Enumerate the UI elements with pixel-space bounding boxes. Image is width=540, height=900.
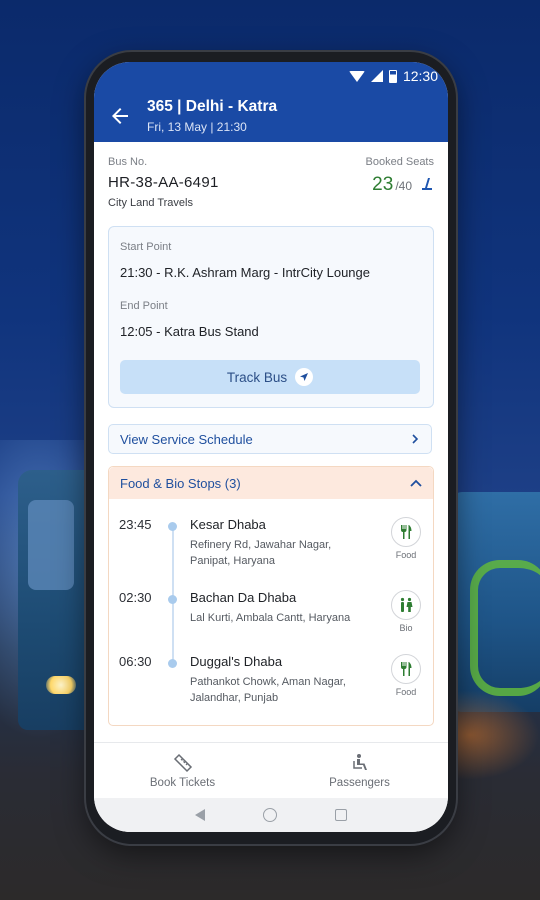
- stops-timeline: [172, 523, 174, 663]
- track-bus-label: Track Bus: [226, 369, 288, 385]
- stop-type: Bio: [391, 590, 421, 633]
- bus-info-area: [94, 142, 448, 226]
- stop-time: 06:30: [119, 654, 152, 669]
- stop-time: 02:30: [119, 590, 152, 605]
- stop-address: Refinery Rd, Jawahar Nagar, Panipat, Har…: [190, 539, 332, 567]
- stop-name: Duggal's Dhaba: [190, 654, 283, 669]
- stop-type-label: Bio: [399, 623, 413, 633]
- stop-time: 23:45: [119, 517, 152, 532]
- background-bus-stripe: [470, 560, 540, 696]
- nav-passengers[interactable]: Passengers: [271, 743, 448, 799]
- battery-icon: [388, 69, 397, 83]
- wifi-icon: [348, 70, 365, 82]
- system-home-icon[interactable]: [263, 808, 277, 822]
- chevron-up-icon: [410, 479, 422, 487]
- route-card: Start Point 21:30 - R.K. Ashram Marg - I…: [108, 226, 434, 408]
- end-point-label: End Point: [120, 300, 168, 312]
- phone-screen: 12:30 365 | Delhi - Katra Fri, 13 May | …: [94, 62, 448, 832]
- signal-icon: [370, 70, 383, 82]
- start-point-label: Start Point: [120, 241, 172, 253]
- chevron-right-icon: [412, 434, 419, 444]
- nav-book-tickets[interactable]: Book Tickets: [94, 743, 271, 799]
- back-arrow-icon[interactable]: [108, 104, 132, 128]
- timeline-dot: [168, 522, 177, 531]
- food-bio-stops-header[interactable]: Food & Bio Stops (3): [109, 467, 433, 499]
- bottom-navigation: Book Tickets Passengers: [94, 742, 448, 799]
- ticket-icon: [173, 753, 192, 773]
- view-service-schedule-link[interactable]: View Service Schedule: [108, 424, 432, 454]
- background-bus-headlight: [46, 676, 76, 694]
- food-icon: [391, 517, 421, 547]
- passenger-seat-icon: [352, 754, 367, 770]
- system-back-icon[interactable]: [195, 809, 205, 821]
- stop-type-label: Food: [395, 550, 417, 560]
- food-bio-stops-panel: Food & Bio Stops (3) 23:45 Kesar Dhaba R…: [108, 466, 434, 726]
- background-bus-window: [28, 500, 74, 590]
- stop-address: Pathankot Chowk, Aman Nagar, Jalandhar, …: [190, 676, 346, 704]
- status-bar: 12:30: [94, 62, 448, 90]
- stop-address: Lal Kurti, Ambala Cantt, Haryana: [190, 612, 351, 624]
- food-bio-stops-title: Food & Bio Stops (3): [120, 475, 241, 491]
- stop-type-label: Food: [395, 687, 417, 697]
- end-point-value: 12:05 - Katra Bus Stand: [120, 324, 259, 339]
- track-bus-button[interactable]: Track Bus: [120, 360, 420, 394]
- restroom-icon: [391, 590, 421, 620]
- nav-book-tickets-label: Book Tickets: [149, 777, 216, 789]
- stop-type: Food: [391, 654, 421, 697]
- page-title: 365 | Delhi - Katra: [147, 98, 278, 115]
- stop-name: Kesar Dhaba: [190, 517, 266, 532]
- system-navigation-bar: [94, 798, 448, 832]
- timeline-dot: [168, 659, 177, 668]
- food-icon: [391, 654, 421, 684]
- page-subtitle: Fri, 13 May | 21:30: [147, 120, 247, 134]
- stop-name: Bachan Da Dhaba: [190, 590, 297, 605]
- status-time: 12:30: [402, 68, 438, 84]
- timeline-dot: [168, 595, 177, 604]
- nav-passengers-label: Passengers: [329, 777, 390, 789]
- view-service-schedule-label: View Service Schedule: [120, 431, 253, 447]
- stop-type: Food: [391, 517, 421, 560]
- start-point-value: 21:30 - R.K. Ashram Marg - IntrCity Loun…: [120, 265, 370, 280]
- system-recents-icon[interactable]: [335, 809, 347, 821]
- navigation-icon: [295, 368, 314, 386]
- app-header: 365 | Delhi - Katra Fri, 13 May | 21:30: [94, 90, 448, 142]
